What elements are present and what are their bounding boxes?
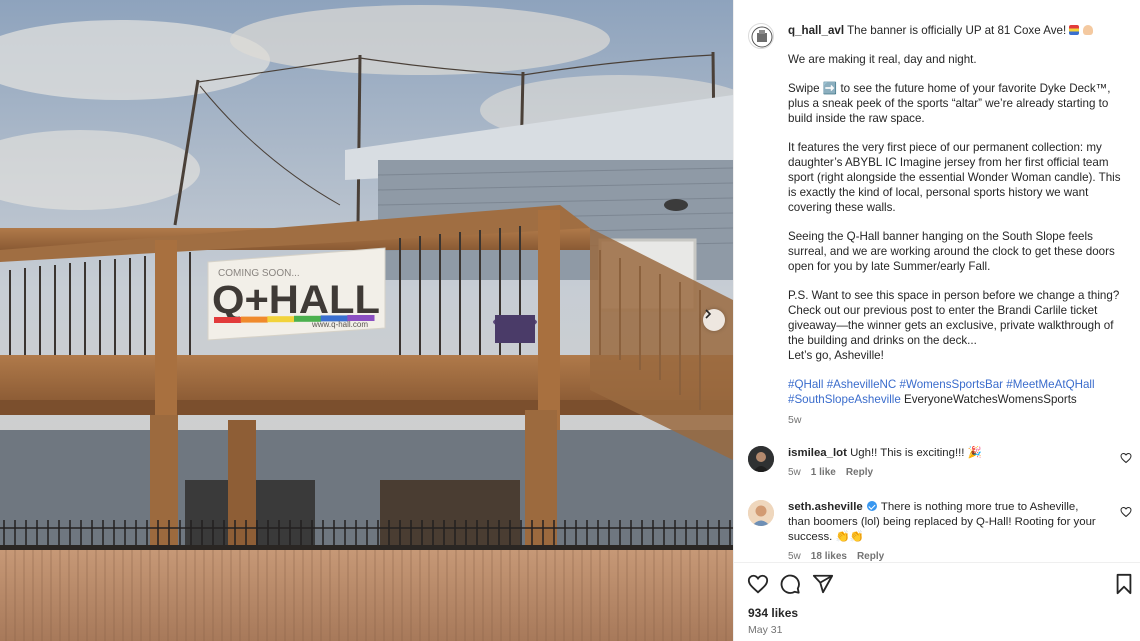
hashtag-link[interactable]: #AshevilleNC <box>827 378 897 391</box>
caption-headline: The banner is officially UP at 81 Coxe A… <box>847 24 1067 37</box>
bookmark-icon[interactable] <box>1113 573 1135 595</box>
comment-icon[interactable] <box>779 573 801 595</box>
hashtag-link[interactable]: #WomensSportsBar <box>900 378 1004 391</box>
rainbow-segment <box>214 317 242 323</box>
comment: seth.asheville There is nothing more tru… <box>788 500 1098 545</box>
post-side-panel: q_hall_avl The banner is officially UP a… <box>733 0 1140 641</box>
next-photo-button[interactable] <box>703 309 725 331</box>
post-caption: q_hall_avl The banner is officially UP a… <box>788 23 1123 421</box>
caption-paragraph: Swipe ➡️ to see the future home of your … <box>788 82 1111 125</box>
comment-meta: 5w 18 likes Reply <box>788 551 884 562</box>
q-hall-logo-icon <box>751 26 773 48</box>
post-photo[interactable]: COMING SOON... Q+HALL www.q-hall.com <box>0 0 733 641</box>
pride-flag-icon <box>1069 25 1080 35</box>
building-photo: COMING SOON... Q+HALL www.q-hall.com <box>0 0 733 641</box>
comment-username[interactable]: seth.asheville <box>788 501 863 513</box>
comment-age: 5w <box>788 467 801 478</box>
post-age: 5w <box>788 414 802 426</box>
comment-heart-icon[interactable] <box>1120 506 1132 518</box>
comment-likes[interactable]: 18 likes <box>811 551 847 562</box>
reply-button[interactable]: Reply <box>846 467 873 478</box>
caption-paragraph: Seeing the Q-Hall banner hanging on the … <box>788 230 1115 273</box>
comment-meta: 5w 1 like Reply <box>788 467 873 478</box>
caption-paragraph: We are making it real, day and night. <box>788 53 977 66</box>
comment-age: 5w <box>788 551 801 562</box>
heart-icon[interactable] <box>747 573 769 595</box>
qhall-banner: COMING SOON... Q+HALL www.q-hall.com <box>207 247 386 341</box>
rainbow-segment <box>267 316 295 323</box>
caption-closing: Let’s go, Asheville! <box>788 349 884 362</box>
author-username[interactable]: q_hall_avl <box>788 24 844 37</box>
author-avatar[interactable] <box>748 23 774 49</box>
instagram-post: COMING SOON... Q+HALL www.q-hall.com q_h… <box>0 0 1140 641</box>
hashtag-link[interactable]: #SouthSlopeAsheville <box>788 393 901 406</box>
commenter-avatar[interactable] <box>748 500 774 526</box>
person-avatar-icon <box>748 500 774 526</box>
share-icon[interactable] <box>812 573 834 595</box>
chevron-right-icon <box>705 309 712 319</box>
caption-and-comments[interactable]: q_hall_avl The banner is officially UP a… <box>734 0 1140 562</box>
trailing-tag-text: EveryoneWatchesWomensSports <box>904 393 1077 406</box>
hashtag-link[interactable]: #MeetMeAtQHall <box>1006 378 1094 391</box>
banner-url-text: www.q-hall.com <box>311 320 368 329</box>
hand-icon <box>1082 25 1093 35</box>
hashtag-link[interactable]: #QHall <box>788 378 823 391</box>
reply-button[interactable]: Reply <box>857 551 884 562</box>
caption-paragraph: It features the very first piece of our … <box>788 141 1121 214</box>
hashtag-list: #QHall #AshevilleNC #WomensSportsBar #Me… <box>788 377 1123 407</box>
comment-likes[interactable]: 1 like <box>811 467 836 478</box>
comment-text: Ugh!! This is exciting!!! 🎉 <box>850 447 982 459</box>
like-count[interactable]: 934 likes <box>748 606 798 620</box>
comment: ismilea_lot Ugh!! This is exciting!!! 🎉 <box>788 446 1098 461</box>
commenter-avatar[interactable] <box>748 446 774 472</box>
verified-badge-icon <box>866 501 877 511</box>
person-avatar-icon <box>748 446 774 472</box>
post-date: May 31 <box>748 624 783 636</box>
comment-heart-icon[interactable] <box>1120 452 1132 464</box>
post-action-bar: 934 likes May 31 <box>734 562 1140 641</box>
caption-ps: P.S. Want to see this space in person be… <box>788 289 1120 347</box>
comment-username[interactable]: ismilea_lot <box>788 447 847 459</box>
rainbow-segment <box>240 316 268 323</box>
